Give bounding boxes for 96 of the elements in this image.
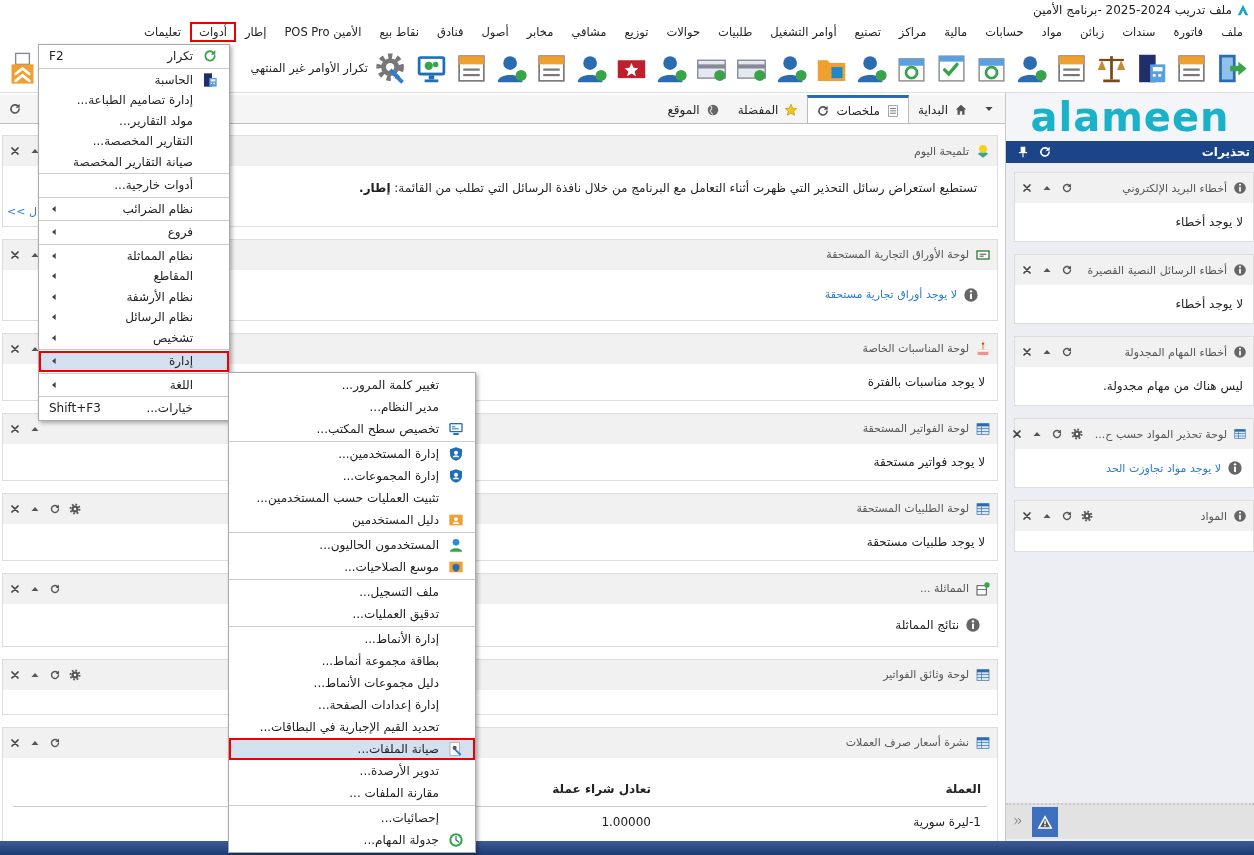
menu-item[interactable]: إدارة إعدادات الصفحة... bbox=[229, 694, 475, 716]
menu-item[interactable]: زبائن bbox=[1071, 22, 1114, 42]
tip-text: تستطيع استعراض رسائل التحذير التي ظهرت أثناء التعامل مع البرنامج من خلال نافذة الرسائل التي تطلب من القائمة: إطار. bbox=[359, 180, 977, 197]
panel-text: نتائج المماثلة bbox=[895, 617, 959, 632]
panel-text: لا يوجد مناسبات بالفترة bbox=[867, 374, 985, 389]
window-title: ملف تدريب 2024-2025 -برنامج الأمين bbox=[1033, 3, 1232, 17]
menu-item[interactable]: طلبيات bbox=[709, 22, 762, 42]
panel-title: تحذيرات bbox=[1201, 145, 1250, 159]
shortcut-label: Shift+F3 bbox=[49, 401, 101, 416]
card-text: ليس هناك من مهام مجدولة. bbox=[1102, 379, 1243, 393]
menu-item[interactable]: مواد bbox=[1032, 22, 1071, 42]
panel-text: لا يوجد طلبيات مستحقة bbox=[866, 534, 985, 549]
menu-item[interactable]: بطاقة مجموعة أنماط... bbox=[229, 650, 475, 672]
menu-item[interactable]: نظام الرسائل bbox=[39, 307, 229, 328]
table-cell-text: 1-ليرة سورية bbox=[912, 814, 982, 829]
card-title: المواد bbox=[1200, 509, 1227, 523]
tab[interactable]: المفضلة bbox=[728, 95, 808, 123]
table-cell-text: 1.00000 bbox=[600, 814, 652, 829]
tab[interactable]: البداية bbox=[908, 95, 977, 123]
card-text: لا يوجد أخطاء bbox=[1175, 297, 1243, 311]
menu-item[interactable]: موسع الصلاحيات... bbox=[229, 556, 475, 578]
menu-item[interactable]: تثبيت العمليات حسب المستخدمين... bbox=[229, 487, 475, 509]
menu-item[interactable]: مراكز bbox=[889, 22, 936, 42]
panel-title: لوحة الفواتير المستحقة bbox=[862, 422, 969, 436]
menu-item[interactable]: دليل المستخدمين bbox=[229, 509, 475, 531]
menu-item[interactable]: نظام الأرشفة bbox=[39, 286, 229, 307]
card-title: أخطاء المهام المجدولة bbox=[1124, 345, 1227, 359]
menu-item[interactable]: إحصائيات... bbox=[229, 807, 475, 829]
menu-item[interactable]: نظام الضرائب bbox=[39, 198, 229, 219]
card-title: أخطاء الرسائل النصية القصيرة bbox=[1087, 263, 1227, 277]
menu-item[interactable]: إطار bbox=[236, 22, 276, 42]
menu-item[interactable]: الأمين POS Pro bbox=[275, 22, 371, 42]
menu-item[interactable]: إدارة تصاميم الطباعة... bbox=[39, 90, 229, 111]
menu-item[interactable]: مشافي bbox=[562, 22, 616, 42]
menu-item[interactable]: المستخدمون الحاليون... bbox=[229, 534, 475, 556]
card-text: لا يوجد أخطاء bbox=[1175, 215, 1243, 229]
panel-title: لوحة الطلبيات المستحقة bbox=[856, 502, 969, 516]
menu-item[interactable]: تصنيع bbox=[845, 22, 890, 42]
menu-item[interactable]: اللغة bbox=[39, 374, 229, 395]
menu-item[interactable]: أدوات bbox=[190, 22, 236, 42]
panel-title: نشرة أسعار صرف العملات bbox=[845, 736, 969, 750]
menu-item[interactable]: تشخيص bbox=[39, 327, 229, 348]
menu-item[interactable]: نقاط بيع bbox=[370, 22, 428, 42]
menu-item[interactable]: تدقيق العمليات... bbox=[229, 603, 475, 625]
menu-item[interactable]: تدوير الأرصدة... bbox=[229, 760, 475, 782]
menu-item[interactable]: تغيير كلمة المرور... bbox=[229, 374, 475, 396]
menu-item[interactable]: إدارة المستخدمين... bbox=[229, 443, 475, 465]
menu-item[interactable]: فروع bbox=[39, 222, 229, 243]
column-header: العملة bbox=[944, 781, 982, 796]
panel-link[interactable]: لا يوجد أوراق تجارية مستحقة bbox=[824, 288, 957, 302]
menu-item[interactable]: أصول bbox=[472, 22, 518, 42]
menu-item[interactable]: صيانة الملفات... bbox=[229, 738, 475, 760]
panel-title: لوحة الأوراق التجارية المستحقة bbox=[826, 248, 969, 262]
shortcut-label: F2 bbox=[49, 49, 64, 64]
menu-item[interactable]: تعليمات bbox=[135, 22, 191, 42]
menu-item[interactable]: صيانة التقارير المخصصة bbox=[39, 151, 229, 172]
menu-item[interactable]: نظام المماثلة bbox=[39, 245, 229, 266]
menu-item[interactable]: إدارة الأنماط... bbox=[229, 628, 475, 650]
menu-item[interactable]: أوامر التشغيل bbox=[761, 22, 846, 42]
menu-item[interactable]: مولد التقارير... bbox=[39, 110, 229, 131]
toolbar-text-button[interactable]: تكرار الأوامر غير المنتهي bbox=[250, 61, 368, 75]
tab[interactable]: الموقع bbox=[658, 95, 729, 123]
menu-item[interactable]: مقارنة الملفات ... bbox=[229, 782, 475, 804]
panel-text: لا يوجد فواتير مستحقة bbox=[873, 454, 985, 469]
card-link[interactable]: لا يوجد مواد تجاوزت الحد bbox=[1106, 461, 1221, 475]
menu-item[interactable]: الحاسبة bbox=[39, 69, 229, 90]
logo: alameen bbox=[1030, 94, 1230, 140]
panel-title: لوحة المناسبات الخاصة bbox=[862, 342, 969, 356]
menu-item[interactable]: دليل مجموعات الأنماط... bbox=[229, 672, 475, 694]
panel-title: تلميحة اليوم bbox=[913, 144, 969, 158]
next-link[interactable]: << ل bbox=[7, 204, 37, 218]
menu-item[interactable]: المقاطع bbox=[39, 266, 229, 287]
panel-title: لوحة وثائق الفواتير bbox=[883, 668, 969, 682]
menu-item[interactable]: إدارة المجموعات... bbox=[229, 465, 475, 487]
menu-item[interactable]: مخابر bbox=[517, 22, 563, 42]
column-header: تعادل شراء عملة bbox=[551, 781, 652, 796]
card-title: أخطاء البريد الإلكتروني bbox=[1122, 181, 1227, 195]
menu-item[interactable]: فنادق bbox=[428, 22, 473, 42]
menu-item[interactable]: حسابات bbox=[976, 22, 1033, 42]
menu-item[interactable]: ملف التسجيل... bbox=[229, 581, 475, 603]
tab[interactable]: ملخصات bbox=[807, 95, 909, 123]
menu-item[interactable]: تحديد القيم الإجبارية في البطاقات... bbox=[229, 716, 475, 738]
menu-item[interactable]: جدولة المهام... bbox=[229, 829, 475, 851]
panel-title: المماثلة ... bbox=[919, 582, 969, 596]
menu-item[interactable]: حوالات bbox=[657, 22, 710, 42]
menu-item[interactable]: مالية bbox=[935, 22, 977, 42]
card-title: لوحة تحذير المواد حسب ح... bbox=[1094, 427, 1227, 441]
menu-item[interactable]: فاتورة bbox=[1164, 22, 1213, 42]
menu-item[interactable]: التقارير المخصصة... bbox=[39, 131, 229, 152]
menu-item[interactable]: إدارة bbox=[39, 351, 229, 372]
menu-item[interactable]: ملف bbox=[1212, 22, 1252, 42]
menu-item[interactable]: مدير النظام... bbox=[229, 396, 475, 418]
menu-item[interactable]: توزيع bbox=[615, 22, 658, 42]
menu-item[interactable]: سندات bbox=[1113, 22, 1165, 42]
menu-item[interactable]: أدوات خارجية... bbox=[39, 175, 229, 196]
menu-item[interactable]: تخصيص سطح المكتب... bbox=[229, 418, 475, 440]
